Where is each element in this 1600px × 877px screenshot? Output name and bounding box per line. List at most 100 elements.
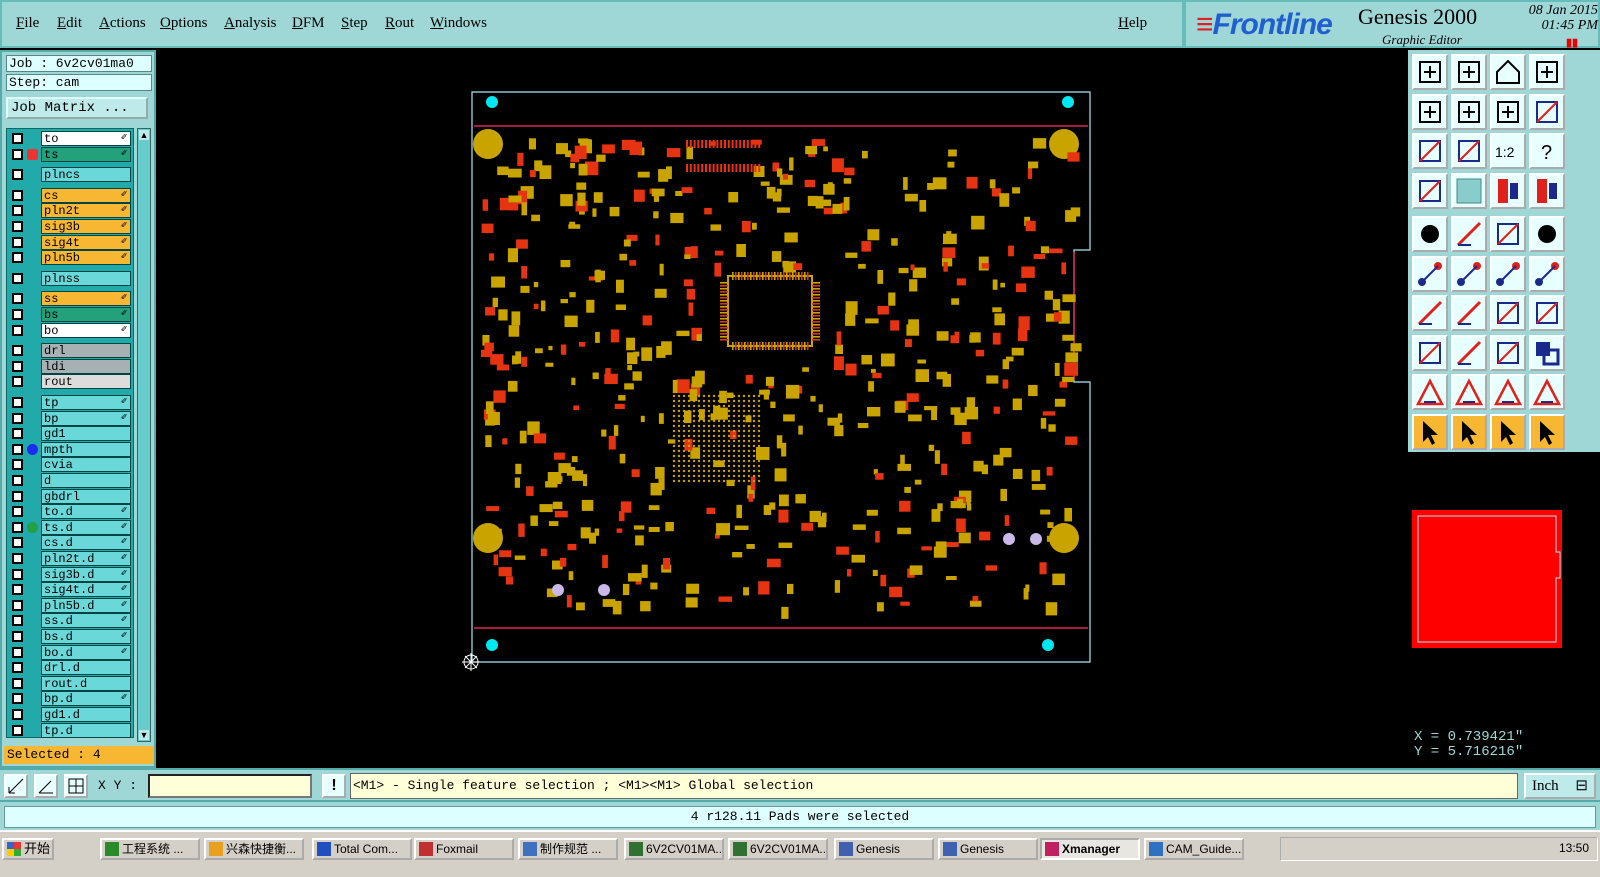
layer-name[interactable]: gd1 xyxy=(41,426,131,442)
layer-row-bo[interactable]: bo ✐ xyxy=(9,322,131,338)
select-touch-icon[interactable] xyxy=(1490,413,1526,450)
fit-all-icon[interactable] xyxy=(1412,133,1448,169)
layer-row-pln2t-d[interactable]: pln2t.d ✐ xyxy=(9,551,131,566)
home-icon[interactable] xyxy=(1490,54,1526,90)
layer-checkbox[interactable] xyxy=(12,709,23,720)
menu-rout[interactable]: Rout xyxy=(385,15,414,32)
layer-checkbox[interactable] xyxy=(12,537,23,549)
add-pad-icon[interactable] xyxy=(1412,216,1448,252)
layer-name[interactable]: gbdrl xyxy=(41,488,131,504)
taskbar-task[interactable]: Foxmail xyxy=(414,838,514,860)
layer-name[interactable]: cs.d ✐ xyxy=(41,535,131,551)
zoom-back-icon[interactable] xyxy=(1490,93,1526,130)
menu-help[interactable]: Help xyxy=(1118,15,1147,32)
layer-row-pln5b[interactable]: pln5b ✐ xyxy=(9,250,131,266)
layer-row-sig3b-d[interactable]: sig3b.d ✐ xyxy=(9,566,131,582)
layer-checkbox[interactable] xyxy=(12,693,23,705)
taskbar-task[interactable]: 6V2CV01MA... xyxy=(624,838,724,860)
layer-row-to[interactable]: to ✐ xyxy=(9,131,131,146)
layer-row-bp[interactable]: bp ✐ xyxy=(9,410,131,426)
layer-checkbox[interactable] xyxy=(12,397,23,408)
menu-dfm[interactable]: DFM xyxy=(292,15,325,32)
layers-view-icon[interactable] xyxy=(1529,172,1565,209)
layer-row-rout[interactable]: rout xyxy=(9,374,131,390)
layer-row-tp[interactable]: tp ✐ xyxy=(9,395,131,410)
redraw-icon[interactable] xyxy=(1529,93,1565,130)
layer-row-gbdrl[interactable]: gbdrl xyxy=(9,488,131,504)
layer-name[interactable]: cs ✐ xyxy=(41,187,131,203)
scroll-down-icon[interactable]: ▼ xyxy=(139,730,149,740)
layer-name[interactable]: plnss xyxy=(41,270,131,286)
layers-compare-icon[interactable] xyxy=(1490,172,1526,209)
menu-windows[interactable]: Windows xyxy=(430,15,487,32)
taskbar-task[interactable]: Genesis xyxy=(834,838,934,860)
layer-name[interactable]: sig4t ✐ xyxy=(41,234,131,250)
layer-row-sig4t[interactable]: sig4t ✐ xyxy=(9,234,131,250)
layer-checkbox[interactable] xyxy=(12,133,23,144)
layer-name[interactable]: pln5b ✐ xyxy=(41,250,131,266)
scale-1-2-icon[interactable]: 1:2 xyxy=(1490,133,1526,169)
layer-name[interactable]: d xyxy=(41,473,131,488)
layer-name[interactable]: bp.d ✐ xyxy=(41,691,131,707)
layer-checkbox[interactable] xyxy=(12,412,23,424)
layer-name[interactable]: rout.d xyxy=(41,675,131,691)
layer-checkbox[interactable] xyxy=(12,631,23,642)
select-pointer-icon[interactable] xyxy=(1412,413,1448,450)
layer-name[interactable]: drl.d xyxy=(41,660,131,676)
start-button[interactable]: 开始 xyxy=(2,838,54,860)
layer-name[interactable]: pln2t ✐ xyxy=(41,203,131,219)
layer-row-gd1[interactable]: gd1 xyxy=(9,426,131,442)
triangle-4-icon[interactable] xyxy=(1529,374,1565,410)
layer-row-cvia[interactable]: cvia xyxy=(9,457,131,473)
triangle-1-icon[interactable] xyxy=(1412,374,1448,410)
snap-icon[interactable] xyxy=(4,774,28,798)
layer-name[interactable]: sig3b.d ✐ xyxy=(41,566,131,582)
menu-file[interactable]: File xyxy=(16,15,39,32)
layer-name[interactable]: bp ✐ xyxy=(41,410,131,426)
layer-name[interactable]: sig4t.d ✐ xyxy=(41,582,131,598)
zoom-home-icon[interactable] xyxy=(1412,54,1448,90)
taskbar-task[interactable]: 6V2CV01MA... xyxy=(728,838,828,860)
snap-end-icon[interactable] xyxy=(1529,255,1565,292)
layer-checkbox[interactable] xyxy=(12,169,23,181)
layer-checkbox[interactable] xyxy=(12,236,23,248)
layer-row-to-d[interactable]: to.d ✐ xyxy=(9,504,131,520)
layer-name[interactable]: pln5b.d ✐ xyxy=(41,597,131,613)
layer-checkbox[interactable] xyxy=(12,475,23,486)
layer-row-bo-d[interactable]: bo.d ✐ xyxy=(9,644,131,660)
layer-name[interactable]: plncs xyxy=(41,167,131,183)
ruler-icon[interactable] xyxy=(1490,216,1526,252)
help-query-icon[interactable]: ? xyxy=(1529,133,1565,169)
layer-name[interactable]: ldi xyxy=(41,358,131,374)
move-icon[interactable] xyxy=(1412,334,1448,371)
layer-row-gd1-d[interactable]: gd1.d xyxy=(9,707,131,722)
layer-name[interactable]: gd1.d xyxy=(41,707,131,722)
layer-checkbox[interactable] xyxy=(12,662,23,674)
pcb-drawing[interactable] xyxy=(156,50,1408,768)
pan-left-icon[interactable] xyxy=(1412,93,1448,130)
layer-name[interactable]: rout xyxy=(41,374,131,390)
line-diag-icon[interactable] xyxy=(1451,295,1487,331)
layer-name[interactable]: pln2t.d ✐ xyxy=(41,551,131,566)
layer-row-tp-d[interactable]: tp.d xyxy=(9,722,131,738)
layer-row-ldi[interactable]: ldi xyxy=(9,358,131,374)
layer-row-d[interactable]: d xyxy=(9,473,131,488)
layer-checkbox[interactable] xyxy=(12,293,23,305)
layer-row-mpth[interactable]: mpth xyxy=(9,441,131,457)
layer-checkbox[interactable] xyxy=(12,360,23,372)
layer-name[interactable]: tp.d xyxy=(41,722,131,738)
fit-profile-icon[interactable] xyxy=(1451,133,1487,169)
layer-row-drl-d[interactable]: drl.d xyxy=(9,660,131,676)
layer-name[interactable]: ss ✐ xyxy=(41,291,131,307)
layer-scrollbar[interactable]: ▲ ▼ xyxy=(137,128,151,742)
layer-checkbox[interactable] xyxy=(12,221,23,232)
layer-row-rout-d[interactable]: rout.d xyxy=(9,675,131,691)
layer-name[interactable]: bs.d ✐ xyxy=(41,629,131,644)
layer-checkbox[interactable] xyxy=(12,428,23,440)
measure-angle-icon[interactable] xyxy=(34,774,58,798)
grid-icon[interactable] xyxy=(1451,172,1487,209)
layer-checkbox[interactable] xyxy=(12,646,23,658)
snap-midpoint-icon[interactable] xyxy=(1490,255,1526,292)
layer-row-plnss[interactable]: plnss xyxy=(9,270,131,286)
zoom-window-icon[interactable] xyxy=(1529,54,1565,90)
